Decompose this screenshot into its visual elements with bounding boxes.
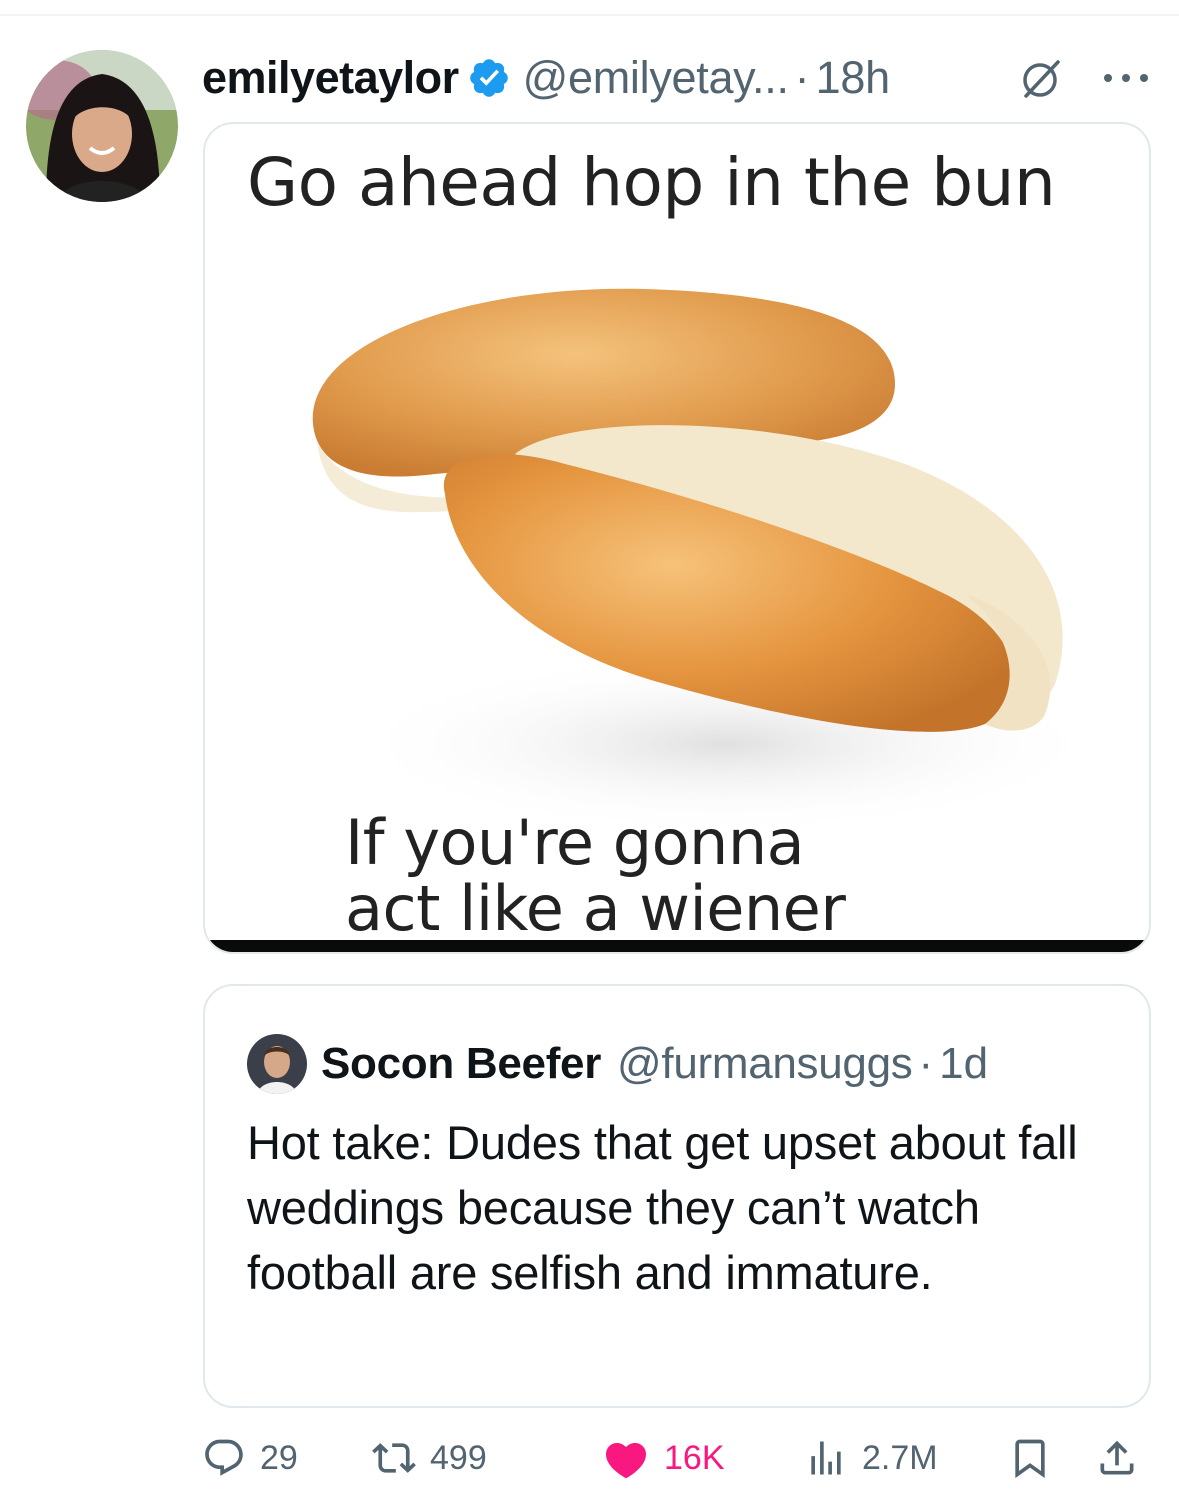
author-handle[interactable]: @emilyetay...	[523, 52, 789, 104]
meme-bottom-line-2: act like a wiener	[345, 872, 846, 945]
quoted-author-avatar-image	[247, 1034, 307, 1094]
like-heart-icon	[605, 1443, 647, 1479]
tweet-media-image[interactable]: Go ahead hop in the bun If you're gonna …	[203, 122, 1151, 954]
author-display-name[interactable]: emilyetaylor	[202, 52, 459, 104]
quoted-tweet-timestamp[interactable]: 1d	[939, 1039, 988, 1089]
like-count: 16K	[664, 1438, 725, 1477]
author-avatar-image	[26, 50, 178, 202]
verified-badge-icon[interactable]	[467, 56, 511, 100]
top-divider	[0, 14, 1179, 16]
more-options-icon[interactable]	[1096, 54, 1156, 102]
share-button[interactable]	[1095, 1428, 1139, 1488]
meme-bottom-caption: If you're gonna act like a wiener	[345, 806, 846, 945]
meme-top-caption: Go ahead hop in the bun	[247, 144, 1056, 221]
tweet-timestamp[interactable]: 18h	[816, 52, 890, 104]
views-button[interactable]: 2.7M	[804, 1428, 938, 1488]
quoted-tweet-header: Socon Beefer @furmansuggs · 1d	[321, 1036, 988, 1092]
bookmark-icon	[1015, 1439, 1045, 1479]
quoted-tweet-card[interactable]: Socon Beefer @furmansuggs · 1d Hot take:…	[203, 984, 1151, 1408]
bookmark-button[interactable]	[1008, 1428, 1052, 1488]
quoted-author-display-name[interactable]: Socon Beefer	[321, 1039, 601, 1089]
retweet-count: 499	[430, 1438, 487, 1477]
meme-bottom-line-1: If you're gonna	[345, 806, 805, 879]
tweet-header: emilyetaylor @emilyetay... · 18h	[202, 48, 890, 108]
quoted-author-handle[interactable]: @furmansuggs	[617, 1039, 913, 1089]
quoted-author-avatar[interactable]	[247, 1034, 307, 1094]
tweet-action-bar: 29 499 16K 2.7M	[200, 1428, 1160, 1488]
views-chart-icon	[811, 1441, 841, 1475]
author-avatar[interactable]	[26, 50, 178, 202]
grok-icon[interactable]	[1018, 54, 1066, 102]
quoted-header-separator: ·	[918, 1039, 934, 1088]
meme-bottom-bar	[205, 940, 1149, 952]
header-separator: ·	[794, 52, 810, 103]
like-button[interactable]: 16K	[602, 1428, 725, 1488]
views-count: 2.7M	[862, 1438, 938, 1477]
retweet-icon	[372, 1443, 416, 1473]
reply-icon	[205, 1439, 243, 1476]
quoted-tweet-text: Hot take: Dudes that get upset about fal…	[247, 1116, 1078, 1299]
share-icon	[1100, 1440, 1134, 1475]
reply-button[interactable]: 29	[202, 1428, 298, 1488]
retweet-button[interactable]: 499	[372, 1428, 487, 1488]
reply-count: 29	[260, 1438, 298, 1477]
